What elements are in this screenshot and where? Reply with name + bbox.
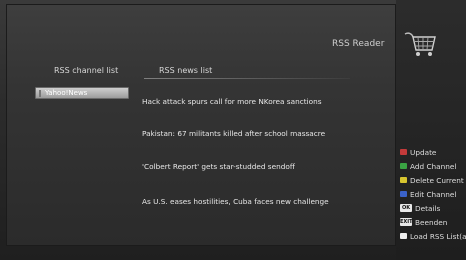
heading-divider: [144, 78, 350, 79]
tv-screen: RSS Reader RSS channel list RSS news lis…: [0, 0, 466, 260]
news-item[interactable]: Pakistan: 67 militants killed after scho…: [142, 129, 325, 138]
menu-item-label: Load RSS List(a: [410, 232, 466, 241]
menu-item-label: Beenden: [415, 218, 448, 227]
yellow-key-icon: [400, 177, 407, 183]
channel-list-item[interactable]: Yahoo!News: [35, 87, 129, 99]
channel-list-heading: RSS channel list: [54, 66, 119, 75]
ok-key-icon: OK: [400, 204, 412, 212]
news-item[interactable]: 'Colbert Report' gets star-studded sendo…: [142, 162, 295, 171]
menu-item-label: Details: [415, 204, 441, 213]
news-item[interactable]: As U.S. eases hostilities, Cuba faces ne…: [142, 197, 329, 206]
news-item[interactable]: Hack attack spurs call for more NKorea s…: [142, 97, 322, 106]
white-key-icon: [400, 233, 407, 239]
menu-item-label: Add Channel: [410, 162, 457, 171]
red-key-icon: [400, 149, 407, 155]
menu-item-label: Delete Current: [410, 176, 464, 185]
selection-marker: [39, 90, 41, 97]
channel-label: Yahoo!News: [45, 89, 88, 97]
page-title: RSS Reader: [332, 39, 385, 49]
blue-key-icon: [400, 191, 407, 197]
exit-key-icon: EXIT: [400, 218, 413, 226]
green-key-icon: [400, 163, 407, 169]
shopping-cart-icon: [404, 32, 436, 56]
news-list-heading: RSS news list: [159, 66, 213, 75]
menu-item-label: Update: [410, 148, 437, 157]
menu-item-label: Edit Channel: [410, 190, 457, 199]
